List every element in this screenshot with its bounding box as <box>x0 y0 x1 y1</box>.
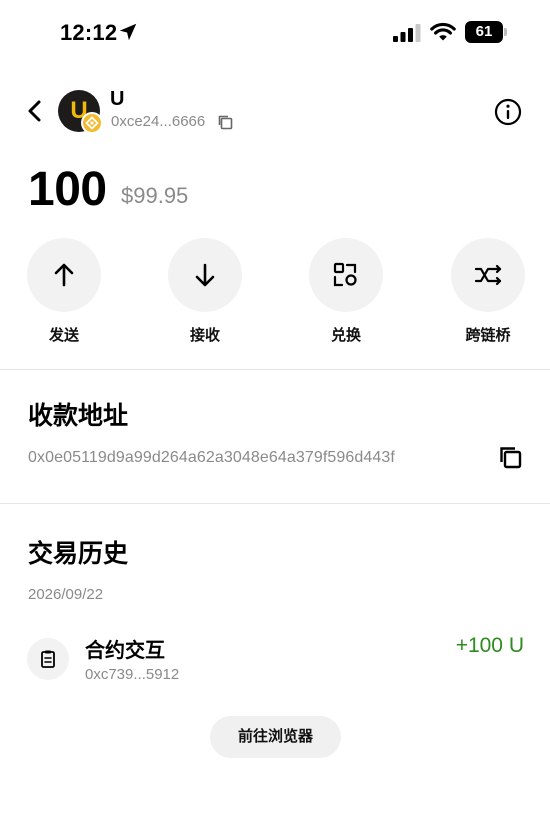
action-buttons: 发送 接收 兑换 跨链桥 <box>0 238 550 348</box>
transaction-hash: 0xc739...5912 <box>85 666 180 683</box>
bridge-button[interactable]: 跨链桥 <box>448 238 528 348</box>
battery-icon: 61 <box>465 21 507 43</box>
status-time: 12:12 <box>60 20 118 45</box>
swap-button[interactable]: 兑换 <box>306 238 386 348</box>
wifi-icon <box>430 22 456 41</box>
signal-icon <box>393 24 421 42</box>
contract-interaction-icon <box>27 638 69 680</box>
copy-address-icon[interactable] <box>498 445 524 471</box>
send-label: 发送 <box>48 327 79 344</box>
view-in-browser-button[interactable]: 前往浏览器 <box>210 716 341 758</box>
receive-address: 0x0e05119d9a99d264a62a3048e64a379f596d44… <box>28 449 395 466</box>
swap-label: 兑换 <box>330 327 361 344</box>
receive-button-circle[interactable] <box>168 238 242 312</box>
transaction-amount: +100 U <box>455 634 524 657</box>
receive-button[interactable]: 接收 <box>165 238 245 348</box>
receive-label: 接收 <box>189 327 220 344</box>
arrow-up-icon <box>54 263 74 287</box>
arrow-down-icon <box>195 263 215 287</box>
bridge-label: 跨链桥 <box>465 327 511 344</box>
location-arrow-icon <box>119 23 137 41</box>
battery-tip <box>504 28 507 36</box>
token-contract-address: 0xce24...6666 <box>111 113 206 130</box>
clipboard-icon <box>41 650 55 668</box>
battery-level: 61 <box>465 21 503 43</box>
divider <box>0 369 550 370</box>
send-button[interactable]: 发送 <box>24 238 104 348</box>
token-header: U U 0xce24...6666 <box>0 86 550 136</box>
info-icon[interactable] <box>494 98 522 126</box>
history-date: 2026/09/22 <box>28 586 104 603</box>
copy-icon[interactable] <box>217 114 234 131</box>
token-balance: 100 <box>28 163 107 216</box>
swap-icon <box>333 262 357 287</box>
chain-badge-icon <box>81 112 103 134</box>
transaction-row[interactable]: 合约交互 0xc739...5912 +100 U <box>0 630 550 690</box>
history-title: 交易历史 <box>28 540 129 568</box>
status-bar: 12:12 61 <box>0 0 550 66</box>
receive-address-title: 收款地址 <box>28 402 129 430</box>
send-button-circle[interactable] <box>27 238 101 312</box>
balance-usd-value: $99.95 <box>121 183 189 208</box>
bridge-icon <box>474 264 502 286</box>
bridge-button-circle[interactable] <box>451 238 525 312</box>
token-symbol: U <box>110 88 125 110</box>
swap-button-circle[interactable] <box>309 238 383 312</box>
transaction-title: 合约交互 <box>85 640 165 662</box>
divider <box>0 503 550 504</box>
back-chevron-icon[interactable] <box>24 98 46 124</box>
